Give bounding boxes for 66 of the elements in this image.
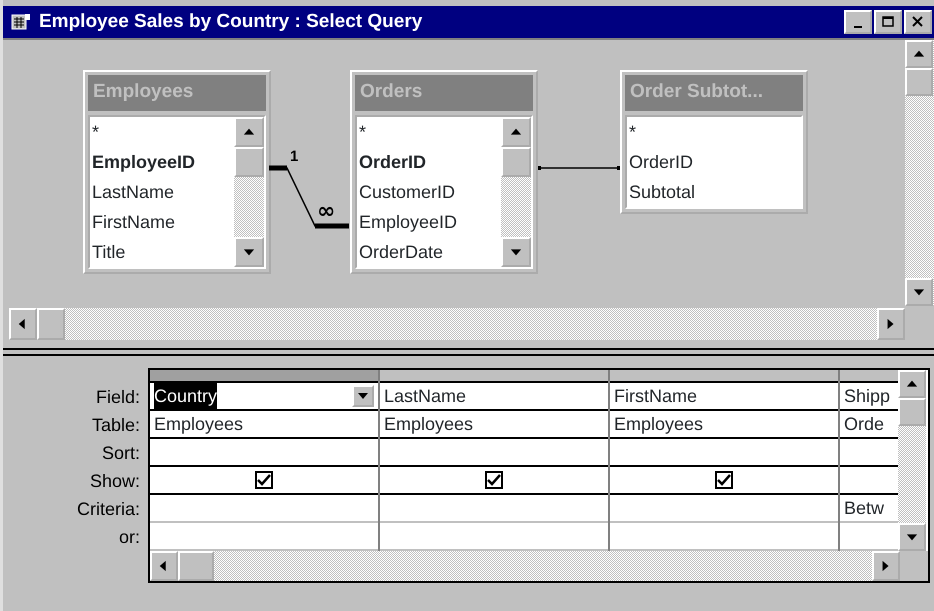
scroll-down-button[interactable] [905, 278, 933, 306]
field-item[interactable]: OrderID [359, 147, 499, 177]
scroll-down-button[interactable] [501, 237, 531, 267]
field-item[interactable]: LastName [92, 177, 232, 207]
scroll-down-button[interactable] [234, 237, 264, 267]
scroll-left-button[interactable] [9, 308, 37, 340]
maximize-button[interactable] [874, 10, 902, 34]
row-label: Sort: [100, 442, 141, 465]
scroll-up-button[interactable] [905, 40, 933, 68]
field-list-title: Employees [88, 75, 266, 111]
field-item[interactable]: FirstName [92, 207, 232, 237]
column-selector[interactable] [380, 370, 608, 383]
dropdown-button[interactable] [352, 385, 374, 407]
field-item[interactable]: CustomerID [359, 177, 499, 207]
field-item[interactable]: Subtotal [629, 177, 799, 207]
grid-cell[interactable]: Employees [610, 411, 838, 439]
field-item[interactable]: * [92, 117, 232, 147]
column-selector[interactable] [610, 370, 838, 383]
caret-icon [358, 393, 368, 399]
grid-cell[interactable]: LastName [380, 383, 608, 411]
scroll-thumb[interactable] [898, 398, 926, 426]
minimize-icon [854, 26, 862, 28]
grid-cell[interactable]: Employees [380, 411, 608, 439]
scroll-thumb[interactable] [37, 308, 65, 340]
row-label: Criteria: [76, 498, 141, 521]
scrollbar-corner [900, 551, 928, 581]
scroll-left-button[interactable] [150, 551, 178, 581]
field-item[interactable]: OrderDate [359, 237, 499, 267]
show-checkbox[interactable] [485, 471, 503, 489]
one-label: 1 [290, 148, 298, 165]
scroll-thumb[interactable] [234, 147, 264, 177]
minimize-button[interactable] [844, 10, 872, 34]
field-item[interactable]: * [359, 117, 499, 147]
column-selector[interactable] [840, 370, 898, 383]
scroll-right-button[interactable] [872, 551, 900, 581]
row-label: or: [118, 526, 141, 549]
scroll-thumb[interactable] [501, 147, 531, 177]
row-label: Show: [88, 470, 141, 493]
close-icon [911, 15, 925, 29]
grid-cell[interactable]: FirstName [610, 383, 838, 411]
show-checkbox[interactable] [255, 471, 273, 489]
field-item[interactable]: * [629, 117, 799, 147]
scroll-up-button[interactable] [501, 117, 531, 147]
scroll-up-button[interactable] [898, 370, 926, 398]
field-item[interactable]: EmployeeID [92, 147, 232, 177]
scroll-right-button[interactable] [877, 308, 905, 340]
row-label: Table: [90, 414, 141, 437]
field-item[interactable]: OrderID [629, 147, 799, 177]
grid-cell[interactable]: Employees [150, 411, 378, 439]
row-label: Field: [94, 386, 141, 409]
close-button[interactable] [904, 10, 932, 34]
many-label: ∞ [317, 199, 336, 224]
field-list-title: Orders [355, 75, 533, 111]
scroll-thumb[interactable] [178, 551, 214, 581]
scroll-thumb[interactable] [905, 68, 933, 96]
scroll-down-button[interactable] [898, 523, 926, 551]
column-selector[interactable] [150, 370, 378, 383]
scroll-up-button[interactable] [234, 117, 264, 147]
maximize-icon [881, 15, 895, 29]
pane-splitter[interactable] [3, 348, 934, 356]
field-value[interactable]: Country [154, 383, 218, 409]
window-title: Employee Sales by Country : Select Query [39, 10, 424, 34]
field-list-title: Order Subtot... [625, 75, 803, 111]
field-item[interactable]: Title [92, 237, 232, 267]
show-checkbox[interactable] [715, 471, 733, 489]
field-item[interactable]: EmployeeID [359, 207, 499, 237]
